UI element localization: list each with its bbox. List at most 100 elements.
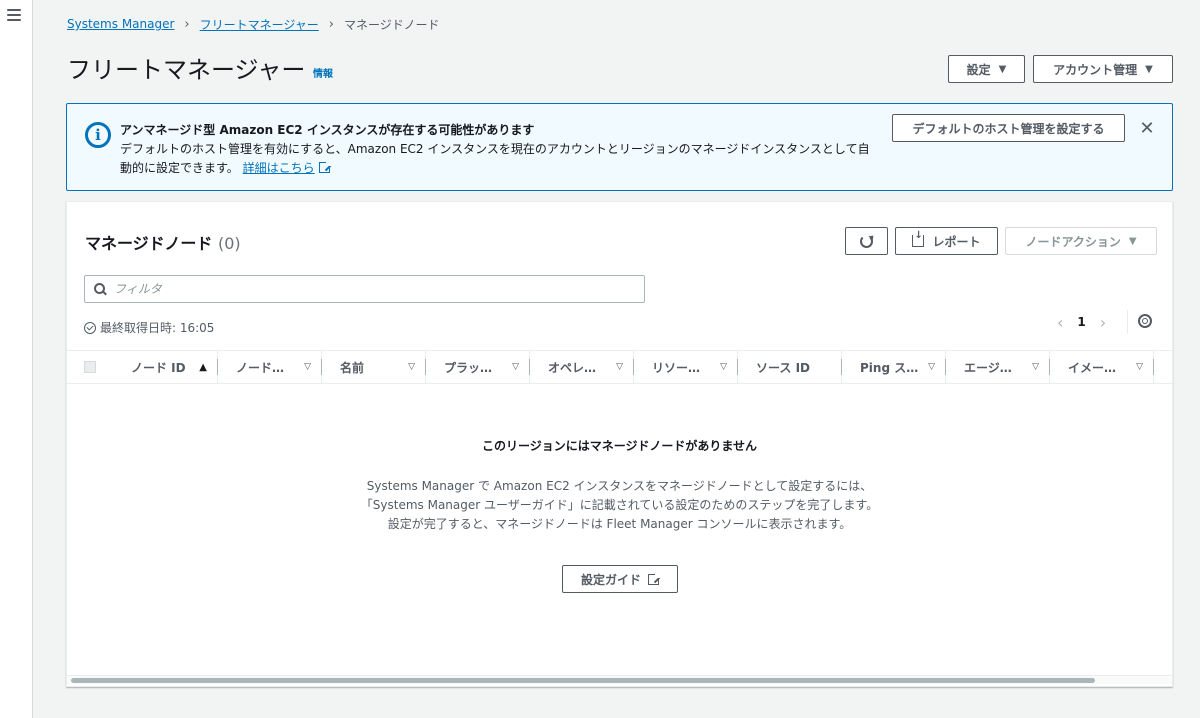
sort-icon: ▽	[408, 362, 415, 372]
column-label: 名前	[340, 360, 365, 375]
empty-state-line1: Systems Manager で Amazon EC2 インスタンスをマネージ…	[366, 479, 873, 493]
configure-default-host-management-button[interactable]: デフォルトのホスト管理を設定する	[892, 114, 1125, 142]
last-fetched-text: 最終取得日時: 16:05	[100, 321, 215, 335]
horizontal-scrollbar[interactable]	[67, 675, 1172, 684]
table-header: ノード ID ▲ ノード… ▽ 名前 ▽ プラッ… ▽ オペレ… ▽ リソー… …	[67, 350, 1172, 384]
divider	[529, 359, 530, 375]
breadcrumb-fleet-manager[interactable]: フリートマネージャー	[200, 16, 319, 33]
settings-icon[interactable]	[1138, 314, 1152, 328]
column-header-10[interactable]: イメー… ▽	[1049, 351, 1153, 383]
empty-state-line2: 「Systems Manager ユーザーガイド」に記載されている設定のためのス…	[360, 498, 879, 512]
pagination: ‹ 1 ›	[1057, 312, 1106, 332]
panel-title: マネージドノード (0)	[85, 230, 241, 254]
report-button-label: レポート	[932, 234, 981, 249]
configure-default-host-management-label: デフォルトのホスト管理を設定する	[912, 121, 1105, 136]
empty-state-line3: 設定が完了すると、マネージドノードは Fleet Manager コンソールに表…	[387, 517, 852, 531]
refresh-button[interactable]	[845, 227, 888, 255]
divider	[945, 359, 946, 375]
column-header-5[interactable]: オペレ… ▽	[529, 351, 633, 383]
column-header-source-id[interactable]: ソース ID	[737, 351, 841, 383]
filter-input[interactable]	[114, 282, 644, 296]
column-label: Ping ス…	[860, 360, 919, 375]
setup-guide-button[interactable]: 設定ガイド	[562, 565, 678, 593]
caret-down-icon: ▼	[1145, 63, 1153, 75]
page-number[interactable]: 1	[1077, 315, 1085, 329]
breadcrumb: Systems Manager › フリートマネージャー › マネージドノード	[67, 15, 440, 33]
learn-more-label: 詳細はこちら	[242, 161, 315, 175]
column-label: エージ…	[964, 360, 1012, 375]
external-link-icon	[648, 571, 661, 585]
panel-title-text: マネージドノード	[85, 234, 213, 253]
divider	[1127, 310, 1128, 334]
column-header-9[interactable]: エージ… ▽	[945, 351, 1049, 383]
divider	[321, 359, 322, 375]
account-management-dropdown-button[interactable]: アカウント管理 ▼	[1033, 55, 1173, 83]
empty-state-title: このリージョンにはマネージドノードがありません	[482, 439, 757, 453]
chevron-right-icon: ›	[328, 16, 334, 32]
divider	[737, 359, 738, 375]
column-header-4[interactable]: プラッ… ▽	[425, 351, 529, 383]
alert-body-line1: デフォルトのホスト管理を有効にすると、Amazon EC2 インスタンスを現在の…	[120, 142, 870, 156]
column-label: ソース ID	[756, 360, 811, 375]
settings-button-label: 設定	[966, 62, 991, 77]
column-header-6[interactable]: リソー… ▽	[633, 351, 737, 383]
empty-state-text: Systems Manager で Amazon EC2 インスタンスをマネージ…	[67, 477, 1172, 534]
learn-more-link[interactable]: 詳細はこちら	[242, 160, 332, 175]
node-action-dropdown-button[interactable]: ノードアクション ▼	[1005, 227, 1157, 255]
side-navigation	[0, 0, 33, 718]
sort-icon: ▽	[1136, 362, 1143, 372]
column-header-name[interactable]: 名前 ▽	[321, 351, 425, 383]
node-action-label: ノードアクション	[1025, 234, 1121, 249]
column-label: ノード…	[236, 360, 285, 375]
next-page-icon[interactable]: ›	[1100, 313, 1106, 332]
sort-icon: ▽	[928, 362, 935, 372]
alert-body: デフォルトのホスト管理を有効にすると、Amazon EC2 インスタンスを現在の…	[120, 140, 890, 178]
settings-dropdown-button[interactable]: 設定 ▼	[948, 55, 1025, 83]
managed-nodes-panel: マネージドノード (0) レポート ノードアクション ▼ 最終取得日時: 16:…	[66, 201, 1173, 687]
external-link-icon	[318, 160, 332, 173]
alert-title: アンマネージド型 Amazon EC2 インスタンスが存在する可能性があります	[120, 123, 535, 137]
column-label: ノード ID	[131, 360, 186, 375]
check-circle-icon	[84, 321, 96, 334]
report-button[interactable]: レポート	[895, 227, 998, 255]
alert-body-line2: 動的に設定できます。	[120, 161, 239, 175]
info-alert: i アンマネージド型 Amazon EC2 インスタンスが存在する可能性がありま…	[66, 103, 1173, 191]
chevron-right-icon: ›	[184, 16, 190, 32]
column-header-8[interactable]: Ping ス… ▽	[841, 351, 945, 383]
search-icon	[94, 283, 106, 295]
sort-icon: ▽	[304, 362, 311, 372]
column-label: イメー…	[1068, 360, 1117, 375]
divider	[1049, 359, 1050, 375]
node-count: (0)	[217, 234, 241, 253]
column-label: プラッ…	[444, 360, 493, 375]
column-label: オペレ…	[548, 360, 597, 375]
download-icon	[912, 230, 925, 247]
info-link[interactable]: 情報	[313, 65, 333, 80]
filter-box	[84, 275, 645, 303]
close-icon[interactable]: ✕	[1137, 118, 1157, 139]
column-header-node-id[interactable]: ノード ID ▲	[113, 351, 217, 383]
account-management-button-label: アカウント管理	[1053, 62, 1138, 77]
sort-icon: ▽	[1032, 362, 1039, 372]
scrollbar-thumb[interactable]	[71, 678, 1095, 683]
caret-down-icon: ▼	[1128, 235, 1137, 247]
divider	[1153, 359, 1154, 375]
page-title: フリートマネージャー	[67, 56, 306, 84]
sort-icon: ▽	[512, 362, 519, 372]
previous-page-icon[interactable]: ‹	[1057, 313, 1063, 332]
caret-down-icon: ▼	[998, 63, 1007, 75]
column-header-2[interactable]: ノード… ▽	[217, 351, 321, 383]
divider	[425, 359, 426, 375]
info-icon: i	[85, 122, 111, 148]
sort-icon: ▽	[616, 362, 623, 372]
breadcrumb-systems-manager[interactable]: Systems Manager	[67, 17, 174, 31]
refresh-icon	[860, 234, 873, 248]
sort-ascending-icon: ▲	[199, 361, 207, 373]
column-header-11[interactable]: E	[1153, 351, 1172, 383]
setup-guide-label: 設定ガイド	[580, 572, 641, 587]
breadcrumb-current: マネージドノード	[344, 17, 440, 32]
column-label: リソー…	[652, 360, 701, 375]
select-all-checkbox[interactable]	[84, 361, 96, 373]
menu-icon[interactable]	[7, 9, 21, 21]
last-fetched: 最終取得日時: 16:05	[84, 319, 214, 336]
